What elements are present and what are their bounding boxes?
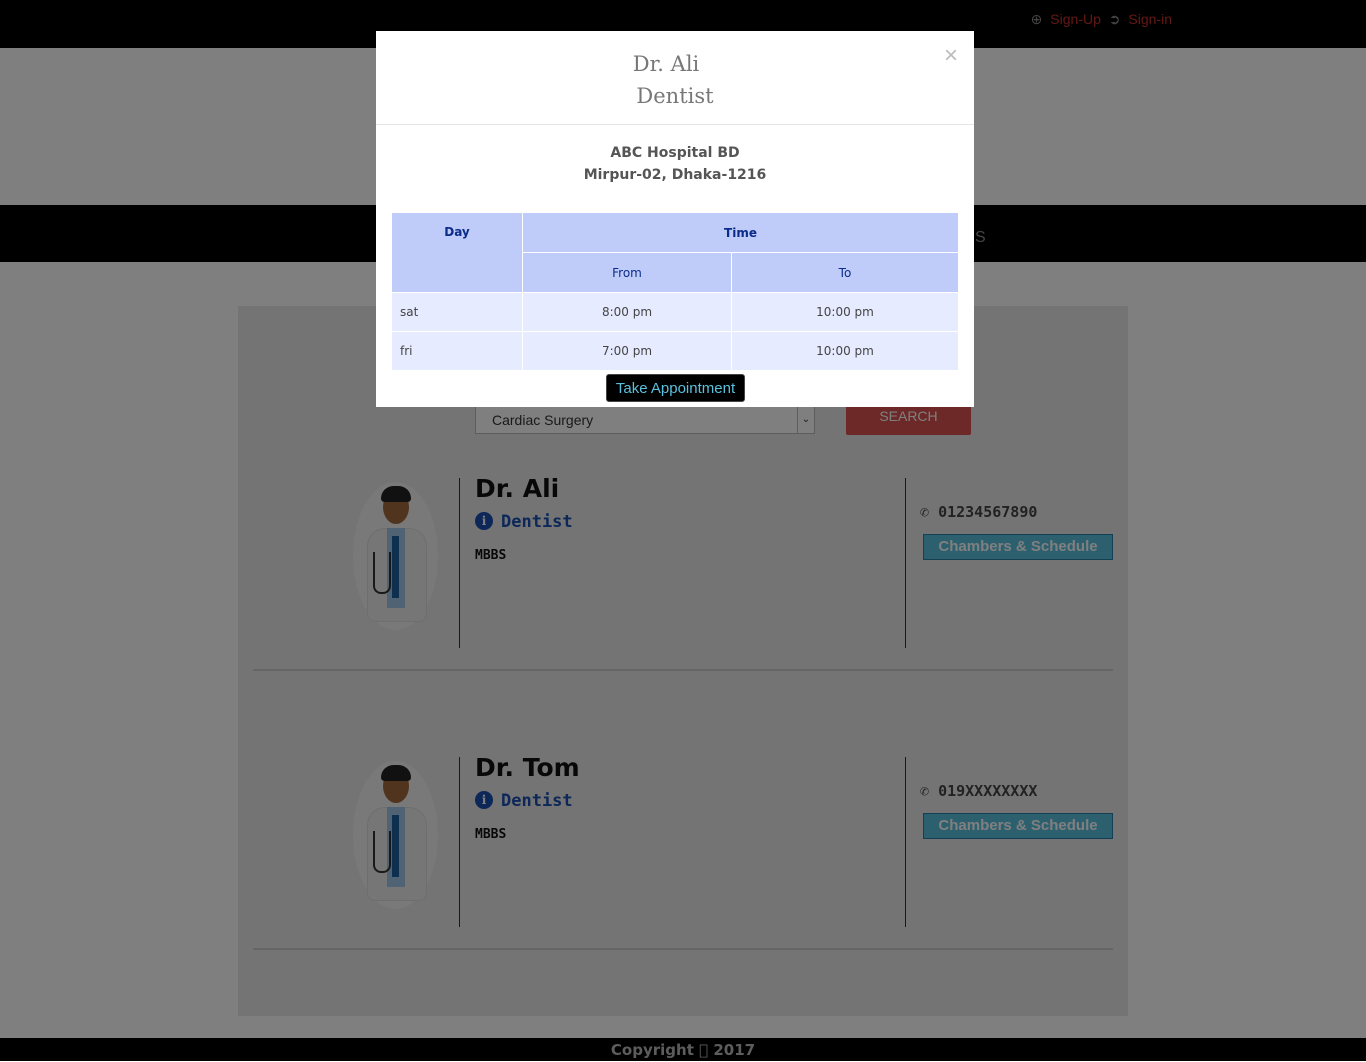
day-header: Day: [391, 212, 523, 293]
hospital-name: ABC Hospital BD: [610, 145, 740, 161]
day-cell: fri: [391, 331, 523, 371]
to-cell: 10:00 pm: [731, 292, 959, 332]
from-cell: 7:00 pm: [522, 331, 732, 371]
close-icon[interactable]: ×: [944, 42, 958, 70]
from-cell: 8:00 pm: [522, 292, 732, 332]
time-header: Time: [522, 212, 959, 253]
table-row: fri 7:00 pm 10:00 pm: [391, 331, 959, 371]
schedule-table: Day Time From To sat 8:00 pm 10:00 pm fr…: [391, 212, 959, 371]
take-appointment-button[interactable]: Take Appointment: [606, 374, 745, 402]
modal-doctor-specialty: Dentist: [636, 84, 714, 108]
modal-doctor-name: Dr. Ali: [632, 52, 700, 76]
modal-header: Dr. Ali Dentist ×: [376, 31, 974, 125]
hospital-info: ABC Hospital BD Mirpur-02, Dhaka-1216: [376, 142, 974, 186]
table-row: sat 8:00 pm 10:00 pm: [391, 292, 959, 332]
schedule-modal: Dr. Ali Dentist × ABC Hospital BD Mirpur…: [376, 31, 974, 407]
to-header: To: [731, 252, 959, 293]
to-cell: 10:00 pm: [731, 331, 959, 371]
day-cell: sat: [391, 292, 523, 332]
hospital-address: Mirpur-02, Dhaka-1216: [583, 167, 767, 183]
modal-title: Dr. Ali Dentist: [376, 48, 956, 112]
from-header: From: [522, 252, 732, 293]
